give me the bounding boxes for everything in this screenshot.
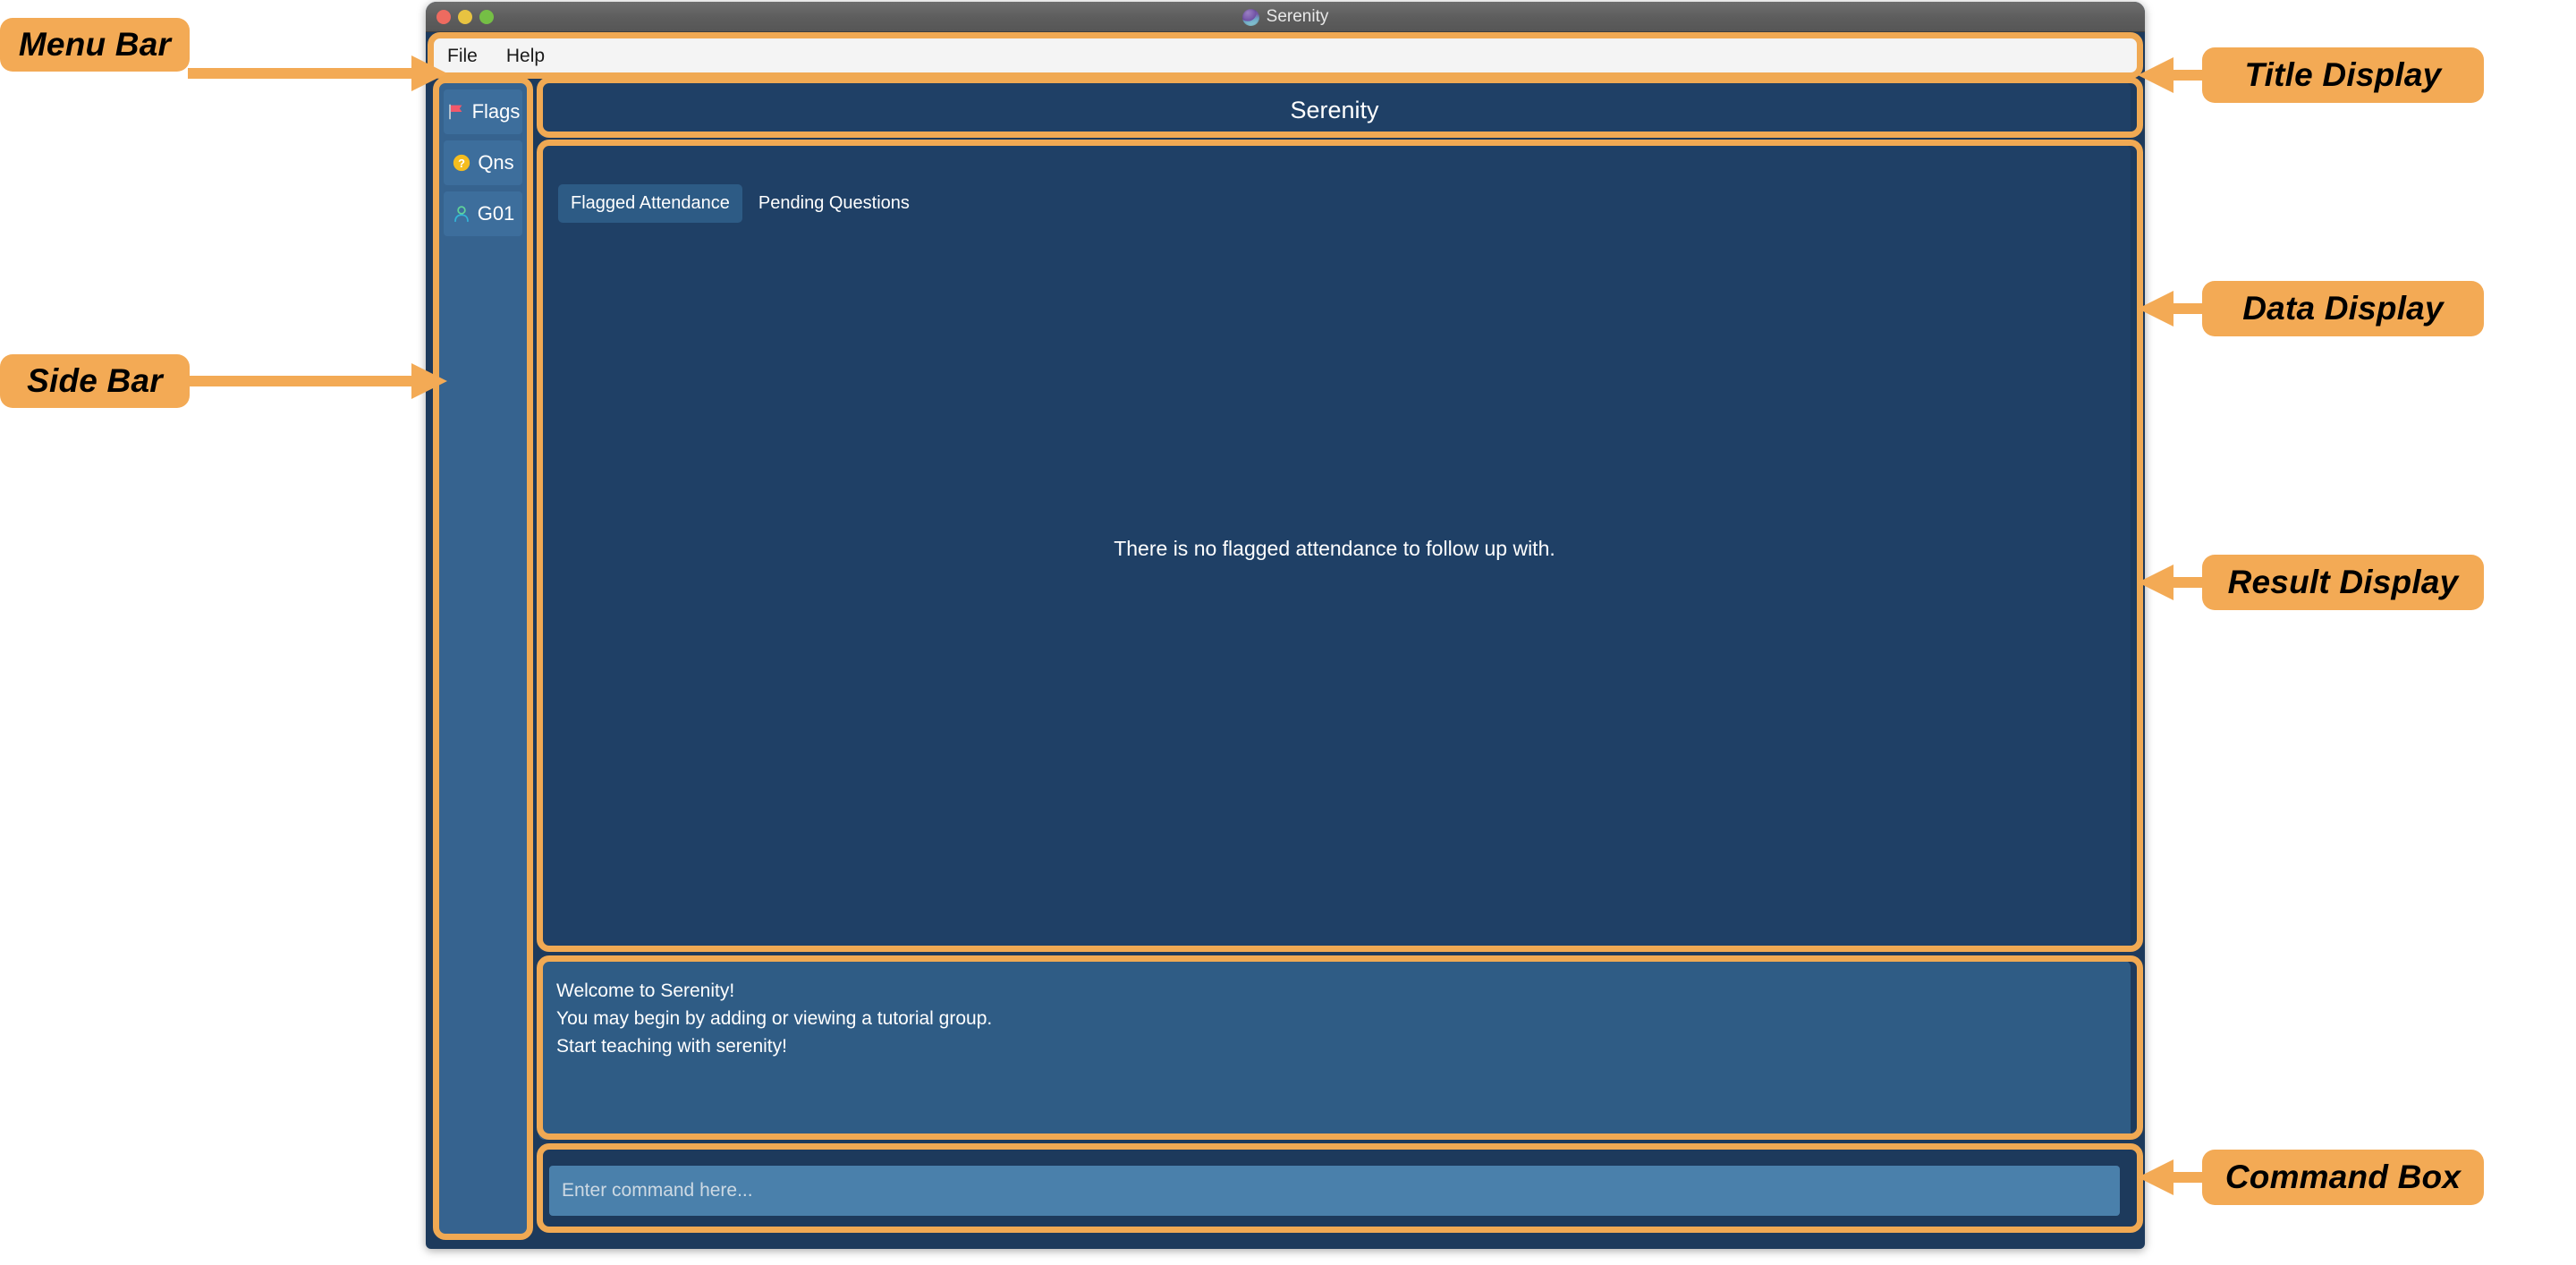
window-titlebar: Serenity [426, 2, 2145, 32]
tab-pending-questions[interactable]: Pending Questions [746, 184, 922, 223]
red-flag-icon [448, 104, 462, 120]
menu-bar: File Help [431, 36, 2140, 77]
annotation-menu-bar: Menu Bar [0, 18, 190, 72]
annotation-result-display: Result Display [2202, 555, 2484, 610]
result-display: Welcome to Serenity! You may begin by ad… [538, 961, 2131, 1140]
screenshot-root: Serenity File Help Flags ? Qns G01 Seren… [0, 0, 2576, 1265]
arrow-menu-bar [188, 55, 447, 91]
arrow-side-bar [188, 363, 447, 399]
window-body: Flags ? Qns G01 Serenity There is no fla… [426, 81, 2145, 1249]
command-input[interactable] [549, 1166, 2120, 1216]
title-display: Serenity [538, 82, 2131, 138]
sidebar-item-qns[interactable]: ? Qns [444, 140, 522, 185]
tab-bar: Flagged Attendance Pending Questions [558, 184, 922, 223]
application-window: Serenity File Help Flags ? Qns G01 Seren… [426, 2, 2145, 1249]
annotation-title-display: Title Display [2202, 47, 2484, 103]
annotation-command-box: Command Box [2202, 1150, 2484, 1205]
annotation-side-bar-label: Side Bar [27, 362, 163, 399]
command-box-container [538, 1149, 2131, 1233]
menu-item-help[interactable]: Help [506, 46, 545, 67]
serenity-logo-icon [1241, 8, 1259, 26]
sidebar-item-g01[interactable]: G01 [444, 191, 522, 236]
sidebar-item-qns-label: Qns [478, 151, 514, 174]
main-column: Serenity There is no flagged attendance … [535, 81, 2136, 1249]
data-display: There is no flagged attendance to follow… [538, 145, 2131, 952]
result-line-3: Start teaching with serenity! [556, 1036, 787, 1057]
window-title-group: Serenity [426, 2, 2145, 32]
annotation-data-display-label: Data Display [2242, 290, 2444, 327]
menu-item-file[interactable]: File [447, 46, 478, 67]
tab-flagged-attendance[interactable]: Flagged Attendance [558, 184, 742, 223]
title-display-text: Serenity [1290, 96, 1379, 123]
sidebar-item-flags[interactable]: Flags [444, 89, 522, 134]
annotation-result-display-label: Result Display [2227, 564, 2459, 600]
svg-text:?: ? [458, 157, 465, 170]
window-title-text: Serenity [1266, 7, 1329, 26]
side-bar: Flags ? Qns G01 [436, 82, 530, 1236]
annotation-menu-bar-label: Menu Bar [18, 26, 172, 63]
person-icon [453, 206, 469, 223]
annotation-command-box-label: Command Box [2224, 1159, 2462, 1195]
empty-state-message: There is no flagged attendance to follow… [1114, 536, 1555, 560]
annotation-data-display: Data Display [2202, 281, 2484, 336]
annotation-side-bar: Side Bar [0, 354, 190, 408]
sidebar-item-g01-label: G01 [477, 202, 515, 225]
annotation-title-display-label: Title Display [2244, 56, 2442, 93]
sidebar-item-flags-label: Flags [471, 100, 521, 123]
result-line-2: You may begin by adding or viewing a tut… [556, 1008, 993, 1029]
result-line-1: Welcome to Serenity! [556, 981, 735, 1001]
question-mark-circle-icon: ? [453, 154, 470, 172]
